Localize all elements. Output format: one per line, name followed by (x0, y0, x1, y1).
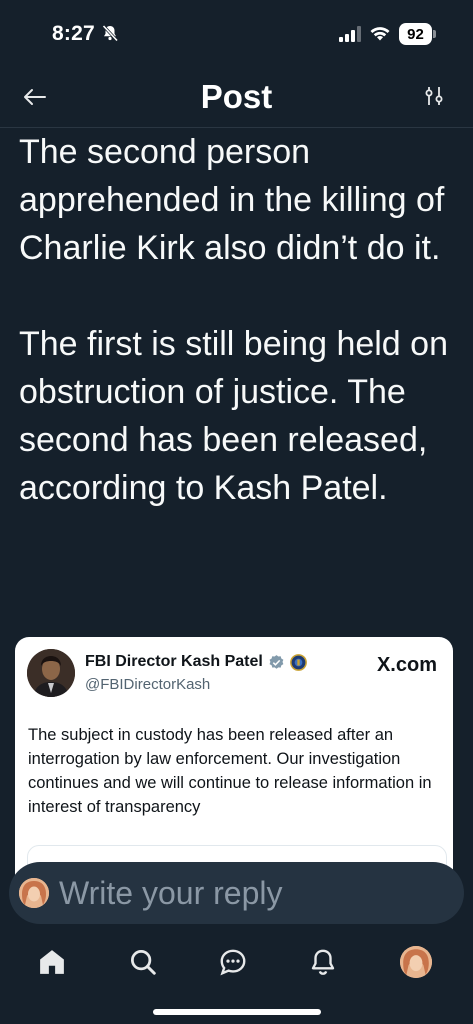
quote-author-name: FBI Director Kash Patel (85, 653, 263, 670)
tab-profile[interactable] (396, 942, 436, 982)
quote-author-row: FBI Director Kash Patel (85, 653, 307, 671)
home-icon (40, 950, 64, 974)
quote-source[interactable]: X.com (377, 654, 437, 677)
post-text: The second person apprehended in the kil… (19, 133, 448, 507)
tab-chat[interactable] (213, 942, 253, 982)
battery-indicator: 92 (399, 23, 436, 45)
wifi-icon (369, 24, 391, 47)
bell-off-icon (101, 24, 119, 47)
quote-text: The subject in custody has been released… (28, 726, 432, 816)
avatar (19, 878, 49, 908)
tab-notifications[interactable] (303, 942, 343, 982)
reply-bar (9, 862, 464, 924)
quote-author-handle: @FBIDirectorKash (85, 676, 211, 693)
bell-icon (311, 949, 335, 975)
avatar (400, 946, 432, 978)
quoted-post-card[interactable]: FBI Director Kash Patel @FBIDirectorKash… (15, 637, 453, 897)
bottom-tab-bar (0, 924, 473, 1024)
status-time: 8:27 (52, 22, 95, 45)
chat-icon (220, 949, 246, 976)
reply-input[interactable] (59, 872, 449, 914)
filter-button[interactable] (422, 84, 446, 108)
verified-badge-icon (269, 654, 284, 669)
post-header: Post (0, 64, 473, 128)
tab-home[interactable] (32, 942, 72, 982)
fbi-seal-icon (289, 653, 307, 671)
page-title: Post (200, 78, 273, 115)
filter-icon (425, 87, 443, 105)
tab-search[interactable] (123, 942, 163, 982)
status-bar: 8:27 92 (0, 0, 473, 64)
cell-signal-icon (339, 26, 361, 42)
avatar (27, 649, 75, 697)
home-indicator (153, 1009, 321, 1015)
search-icon (131, 950, 156, 975)
